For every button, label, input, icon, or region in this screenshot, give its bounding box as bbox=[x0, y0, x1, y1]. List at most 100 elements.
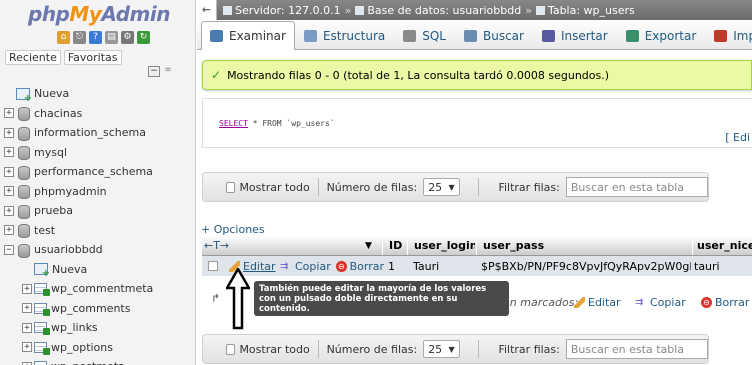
cell-user-login[interactable]: Tauri bbox=[413, 256, 473, 276]
tab-label: Examinar bbox=[229, 29, 286, 43]
tab-examinar-icon bbox=[210, 30, 223, 42]
column-header-id[interactable]: ID bbox=[382, 236, 406, 255]
table-icon bbox=[34, 322, 50, 336]
row-delete-button[interactable]: ⊖ Borrar bbox=[336, 256, 384, 276]
sql-query: SELECT * FROM `wp_users` bbox=[219, 119, 335, 128]
divider bbox=[317, 178, 319, 196]
tab-estructura[interactable]: Estructura bbox=[295, 21, 394, 49]
show-all-label: Mostrar todo bbox=[239, 342, 310, 356]
marked-copy-button[interactable]: ⇉ Copiar bbox=[635, 296, 686, 309]
reload-icon[interactable]: ↻ bbox=[137, 31, 150, 44]
sidebar-table-item[interactable]: + wp_links bbox=[4, 318, 194, 338]
sidebar-db-item[interactable]: + chacinas bbox=[4, 104, 194, 124]
sidebar-item-label: information_schema bbox=[34, 126, 146, 140]
home-icon[interactable]: ⌂ bbox=[57, 31, 70, 44]
sidebar-table-item[interactable]: + wp_comments bbox=[4, 299, 194, 319]
show-all-checkbox[interactable] bbox=[226, 343, 236, 355]
expand-icon[interactable]: + bbox=[4, 127, 14, 138]
expand-icon[interactable]: + bbox=[4, 166, 14, 177]
expand-icon[interactable]: + bbox=[22, 283, 32, 294]
back-arrow-icon[interactable]: ← bbox=[197, 0, 217, 20]
column-header-user-login[interactable]: user_login bbox=[407, 236, 475, 255]
link-icon[interactable]: ∞ bbox=[162, 66, 174, 77]
rows-label: Número de filas: bbox=[326, 180, 418, 194]
tab-examinar[interactable]: Examinar bbox=[201, 21, 295, 50]
column-arrows[interactable]: ←T→ bbox=[204, 236, 264, 255]
expand-icon[interactable]: + bbox=[4, 205, 14, 216]
sidebar-table-item[interactable]: +wp_postmeta bbox=[4, 357, 194, 365]
delete-icon: ⊖ bbox=[701, 296, 712, 308]
marked-edit-label: Editar bbox=[588, 295, 621, 309]
collapse-icon[interactable]: − bbox=[4, 244, 14, 255]
sort-dropdown-icon[interactable]: ▼ bbox=[365, 236, 379, 255]
rows-select-value: 25 bbox=[428, 342, 443, 356]
sidebar-db-item[interactable]: + prueba bbox=[4, 201, 194, 221]
tab-buscar[interactable]: Buscar bbox=[455, 21, 533, 49]
sidebar-item-label: wp_options bbox=[51, 340, 113, 354]
expand-icon[interactable]: + bbox=[22, 322, 32, 333]
sidebar-item-label: wp_commentmeta bbox=[51, 282, 154, 296]
table-navbar-top: Mostrar todo Número de filas: 25 ▼ Filtra… bbox=[202, 172, 709, 202]
marked-delete-button[interactable]: ⊖ Borrar bbox=[701, 296, 749, 309]
tab-exportar[interactable]: Exportar bbox=[617, 21, 706, 49]
tab-importar[interactable]: Importar bbox=[705, 21, 752, 49]
expand-icon[interactable]: + bbox=[4, 225, 14, 236]
expand-icon[interactable]: + bbox=[4, 147, 14, 158]
recent-tab[interactable]: Reciente bbox=[5, 50, 61, 65]
tab-importar-icon bbox=[714, 29, 728, 42]
expand-icon[interactable]: + bbox=[4, 186, 14, 197]
cell-user-nicename[interactable]: tauri bbox=[694, 256, 752, 276]
row-copy-label: Copiar bbox=[295, 259, 331, 273]
sidebar-item-label: Nueva bbox=[52, 262, 88, 276]
column-header-user-nicename[interactable]: user_nicen bbox=[692, 236, 752, 255]
tab-label: Buscar bbox=[482, 28, 524, 43]
sidebar-db-item[interactable]: + phpmyadmin bbox=[4, 182, 194, 202]
tab-sql[interactable]: SQL bbox=[394, 21, 455, 49]
tab-estructura-icon bbox=[303, 29, 317, 42]
copy-icon: ⇉ bbox=[635, 296, 644, 308]
table-icon bbox=[34, 302, 50, 316]
row-checkbox[interactable] bbox=[208, 256, 222, 276]
column-header-user-pass[interactable]: user_pass bbox=[476, 236, 691, 255]
expand-icon[interactable]: + bbox=[22, 342, 32, 353]
sidebar-db-item[interactable]: + performance_schema bbox=[4, 162, 194, 182]
cell-user-pass[interactable]: $P$BXb/PN/PF9c8VpvJfQyRApv2pW0gN90 bbox=[481, 256, 691, 276]
collapse-all-icon[interactable]: − bbox=[148, 66, 160, 77]
show-all-checkbox[interactable] bbox=[226, 181, 236, 193]
sql-keyword[interactable]: SELECT bbox=[219, 119, 248, 128]
phpmyadmin-logo[interactable]: phpMyAdmin bbox=[28, 2, 170, 26]
filter-input[interactable]: Buscar en esta tabla bbox=[565, 339, 709, 359]
exit-icon[interactable]: ⎋ bbox=[73, 31, 86, 44]
sidebar-db-item[interactable]: − usuariobbdd bbox=[4, 240, 194, 260]
expand-icon[interactable]: + bbox=[22, 303, 32, 314]
sidebar-item-label: performance_schema bbox=[34, 165, 153, 179]
breadcrumb-database[interactable]: Base de datos: usuariobbdd bbox=[367, 4, 521, 17]
sidebar-db-item[interactable]: + mysql bbox=[4, 143, 194, 163]
docs-icon[interactable]: ▤ bbox=[105, 31, 118, 44]
sidebar-db-item[interactable]: + information_schema bbox=[4, 123, 194, 143]
sidebar-table-item[interactable]: + wp_options bbox=[4, 338, 194, 358]
edit-inline-link[interactable]: [ Edi bbox=[725, 131, 750, 144]
sidebar-new-item[interactable]: Nueva bbox=[4, 260, 194, 279]
table-navbar-bottom: Mostrar todo Número de filas: 25 ▼ Filtra… bbox=[202, 334, 709, 364]
marked-edit-button[interactable]: Editar bbox=[574, 296, 621, 309]
cell-id[interactable]: 1 bbox=[388, 256, 408, 276]
filter-input[interactable]: Buscar en esta tabla bbox=[565, 177, 709, 197]
breadcrumb-server[interactable]: Servidor: 127.0.0.1 bbox=[235, 4, 341, 17]
sql-query-box: SELECT * FROM `wp_users` [ Edi bbox=[202, 98, 752, 148]
tab-insertar[interactable]: Insertar bbox=[533, 21, 617, 49]
breadcrumb-table[interactable]: Tabla: wp_users bbox=[548, 4, 635, 17]
help-icon[interactable]: ? bbox=[89, 31, 102, 44]
gear-icon[interactable]: ⚙ bbox=[121, 31, 134, 44]
sidebar-db-item[interactable]: + test bbox=[4, 221, 194, 241]
rows-select[interactable]: 25 ▼ bbox=[423, 178, 460, 196]
row-copy-button[interactable]: ⇉ Copiar bbox=[280, 256, 336, 276]
tab-sql-icon bbox=[403, 29, 417, 42]
expand-icon[interactable]: + bbox=[4, 108, 14, 119]
favorites-tab[interactable]: Favoritas bbox=[63, 50, 122, 65]
sidebar-new-item[interactable]: Nueva bbox=[4, 84, 194, 104]
rows-select[interactable]: 25 ▼ bbox=[423, 340, 460, 358]
sidebar-table-item[interactable]: + wp_commentmeta bbox=[4, 279, 194, 299]
tab-label: Estructura bbox=[322, 28, 386, 43]
options-link[interactable]: + Opciones bbox=[201, 223, 265, 236]
